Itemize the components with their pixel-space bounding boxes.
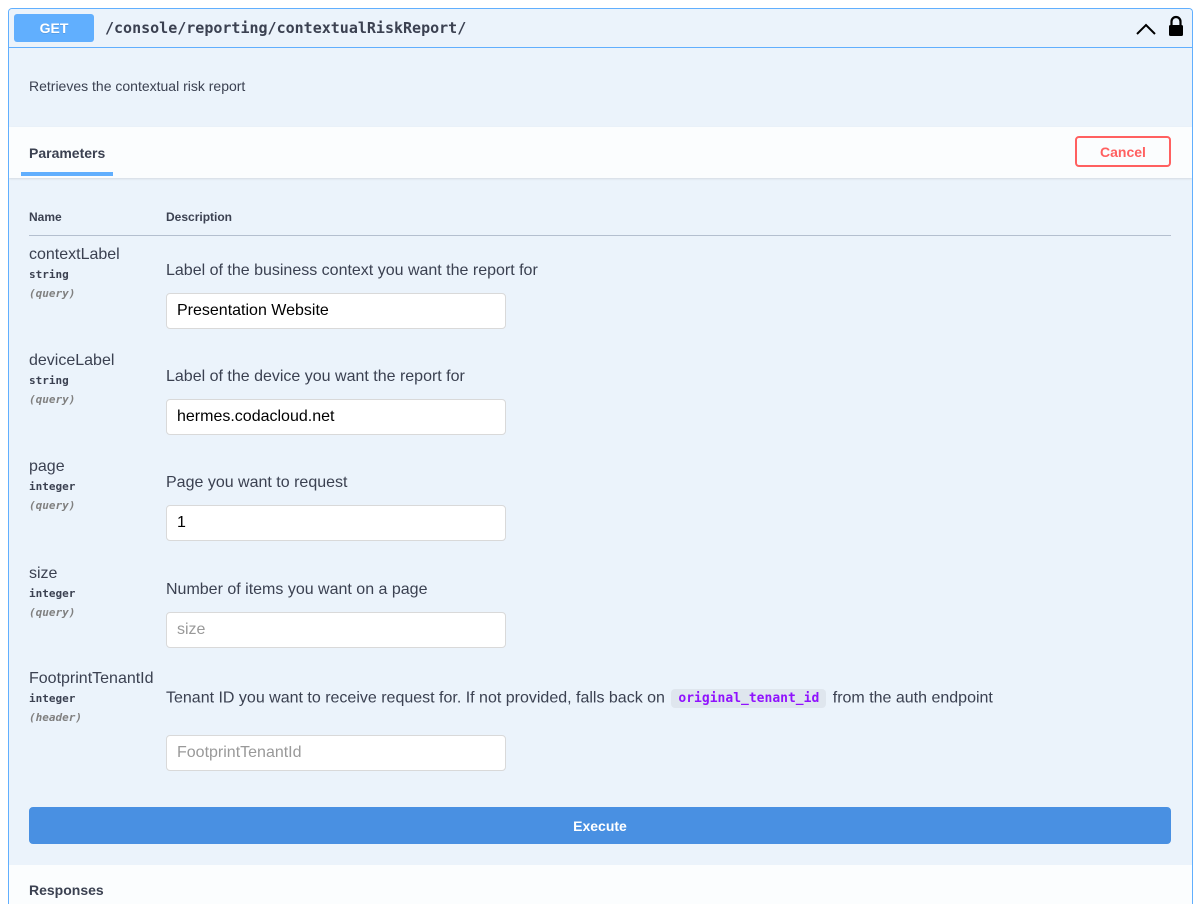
contextlabel-input[interactable] <box>166 293 506 329</box>
responses-section-header: Responses <box>9 865 1192 904</box>
footprinttenantid-input[interactable] <box>166 735 506 771</box>
parameter-description: Tenant ID you want to receive request fo… <box>166 689 993 708</box>
http-method-badge: GET <box>14 14 94 42</box>
parameter-location: (query) <box>29 606 76 619</box>
description-prefix: Tenant ID you want to receive request fo… <box>166 689 665 707</box>
parameter-type: integer <box>29 692 76 705</box>
parameter-location: (query) <box>29 499 76 512</box>
lock-icon[interactable] <box>1167 15 1185 37</box>
parameter-description: Label of the business context you want t… <box>166 262 538 279</box>
inline-code: original_tenant_id <box>671 689 827 708</box>
responses-title: Responses <box>29 882 104 898</box>
parameter-location: (query) <box>29 287 76 300</box>
parameter-type: integer <box>29 587 76 600</box>
column-header-name: Name <box>29 210 62 224</box>
operation-block: GET /console/reporting/contextualRiskRep… <box>8 8 1193 904</box>
parameter-name: contextLabel <box>29 246 120 263</box>
parameter-name: page <box>29 458 65 475</box>
tab-parameters[interactable]: Parameters <box>29 145 105 161</box>
column-header-description: Description <box>166 210 233 224</box>
parameter-location: (header) <box>29 711 82 724</box>
parameter-type: string <box>29 268 69 281</box>
devicelabel-input[interactable] <box>166 399 506 435</box>
parameter-type: integer <box>29 480 76 493</box>
parameter-name: size <box>29 565 58 582</box>
parameter-type: string <box>29 374 69 387</box>
parameter-description: Page you want to request <box>166 474 348 491</box>
chevron-up-icon[interactable] <box>1133 19 1159 39</box>
parameter-name: deviceLabel <box>29 352 115 369</box>
execute-button[interactable]: Execute <box>29 807 1171 844</box>
size-input[interactable] <box>166 612 506 648</box>
tab-active-indicator <box>21 172 113 176</box>
table-header-divider <box>29 235 1171 236</box>
cancel-button[interactable]: Cancel <box>1075 136 1171 167</box>
parameter-description: Number of items you want on a page <box>166 581 428 598</box>
description-suffix: from the auth endpoint <box>832 689 993 707</box>
parameters-section-header: Parameters Cancel <box>9 127 1192 178</box>
operation-description: Retrieves the contextual risk report <box>29 78 246 94</box>
parameter-location: (query) <box>29 393 76 406</box>
operation-summary[interactable]: GET /console/reporting/contextualRiskRep… <box>9 9 1192 48</box>
parameter-name: FootprintTenantId <box>29 670 154 687</box>
page-input[interactable] <box>166 505 506 541</box>
parameter-description: Label of the device you want the report … <box>166 368 465 385</box>
endpoint-path: /console/reporting/contextualRiskReport/ <box>105 19 467 37</box>
